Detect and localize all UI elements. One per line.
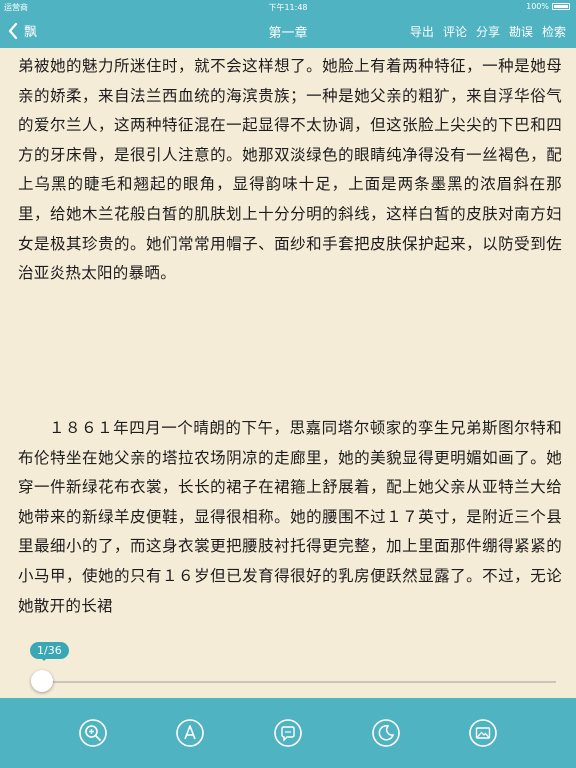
nav-actions: 导出 评论 分享 勘误 检索 (410, 23, 566, 40)
font-button[interactable] (175, 718, 205, 748)
comment-tool-button[interactable] (273, 718, 303, 748)
status-bar: 运营商 下午11:48 100% (0, 0, 576, 14)
image-button[interactable] (468, 718, 498, 748)
comment-icon (274, 719, 302, 747)
slider-handle[interactable] (31, 670, 53, 692)
errata-button[interactable]: 勘误 (509, 23, 533, 40)
bottom-toolbar (0, 698, 576, 768)
battery-icon (552, 3, 570, 10)
image-icon (469, 719, 497, 747)
battery-percent: 100% (526, 2, 549, 11)
night-mode-icon (371, 719, 400, 747)
reading-area[interactable]: 弟被她的魅力所迷住时，就不会这样想了。她脸上有着两种特征，一种是她母亲的娇柔，来… (0, 48, 576, 698)
book-title: 飘 (24, 25, 38, 40)
status-time: 下午11:48 (268, 3, 308, 12)
night-mode-button[interactable] (371, 718, 401, 748)
page-indicator: 1/36 (30, 642, 69, 661)
search-button[interactable]: 检索 (542, 23, 566, 40)
slider-track[interactable] (42, 681, 556, 683)
export-button[interactable]: 导出 (410, 23, 434, 40)
zoom-button[interactable] (78, 718, 108, 748)
page-progress-slider[interactable]: 1/36 (0, 640, 576, 700)
nav-bar: 飘 第一章 导出 评论 分享 勘误 检索 (0, 14, 576, 48)
paragraph: １８６１年四月一个晴朗的下午，思嘉同塔尔顿家的孪生兄弟斯图尔特和布伦特坐在她父亲… (18, 419, 562, 615)
battery-status: 100% (526, 2, 570, 11)
font-icon (176, 719, 205, 747)
paragraph: 弟被她的魅力所迷住时，就不会这样想了。她脸上有着两种特征，一种是她母亲的娇柔，来… (18, 57, 562, 283)
back-button[interactable]: 飘 (8, 21, 37, 40)
share-button[interactable]: 分享 (476, 23, 500, 40)
chevron-left-icon (8, 22, 18, 39)
zoom-icon (78, 719, 107, 747)
comment-button[interactable]: 评论 (443, 23, 467, 40)
